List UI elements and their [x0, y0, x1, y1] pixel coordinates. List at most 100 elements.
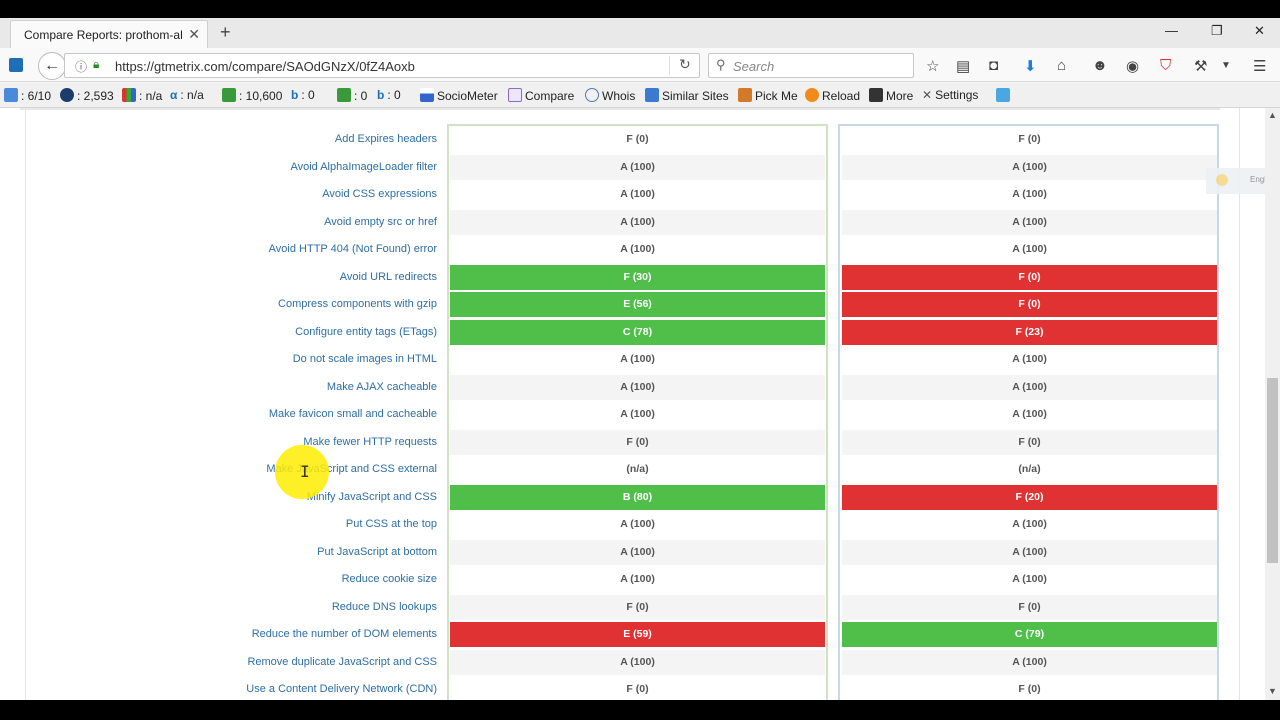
scroll-down-icon[interactable]: ▼ — [1268, 686, 1277, 696]
table-row: Avoid HTTP 404 (Not Found) error A (100) A… — [0, 236, 1265, 264]
toolbar-item-stats[interactable]: : n/a — [122, 88, 162, 103]
tools-icon[interactable]: ⚒ — [1194, 57, 1207, 75]
extension-icon[interactable]: ◉ — [1126, 57, 1139, 75]
report-a-grade: A (100) — [620, 243, 655, 255]
table-row: Do not scale images in HTML A (100) A (100… — [0, 346, 1265, 374]
sociometer-icon — [420, 88, 434, 102]
toolbar-item-compare[interactable]: Compare — [508, 88, 574, 103]
rule-name-link[interactable]: Put JavaScript at bottom — [317, 546, 437, 558]
toolbar-item-alpha[interactable]: α: n/a — [170, 88, 204, 102]
toolbar-item-whois[interactable]: Whois — [585, 88, 635, 103]
url-text[interactable]: https://gtmetrix.com/compare/SAOdGNzX/0f… — [115, 59, 415, 74]
bookmark-star-icon[interactable]: ☆ — [926, 57, 939, 75]
reload-icon[interactable]: ↻ — [679, 56, 691, 73]
browser-tab[interactable]: Compare Reports: prothom-al… ✕ — [10, 20, 208, 48]
toolbar-item-bing-index-2[interactable]: b: 0 — [377, 88, 401, 102]
chat-icon[interactable]: ☻ — [1092, 57, 1108, 74]
home-icon[interactable]: ⌂ — [1057, 57, 1066, 74]
rule-name-link[interactable]: Compress components with gzip — [278, 298, 437, 310]
search-input[interactable]: ⚲ Search — [708, 53, 914, 78]
rule-name-link[interactable]: Avoid empty src or href — [324, 216, 437, 228]
report-b-grade: A (100) — [1012, 243, 1047, 255]
report-b-grade: F (0) — [842, 594, 1217, 620]
report-a-grade: F (0) — [626, 133, 649, 145]
report-b-grade: F (0) — [1018, 133, 1041, 145]
rule-name-link[interactable]: Avoid URL redirects — [340, 271, 437, 283]
site-info-icon[interactable]: ⓘ — [75, 58, 87, 75]
url-bar[interactable]: ⓘ 🔒︎ https://gtmetrix.com/compare/SAOdGN… — [64, 53, 700, 78]
toolbar-item-reload[interactable]: Reload — [805, 88, 860, 103]
report-b-grade: F (23) — [842, 319, 1217, 345]
rule-name-link[interactable]: Use a Content Delivery Network (CDN) — [246, 683, 437, 695]
more-icon — [869, 88, 883, 102]
report-a-grade: A (100) — [620, 573, 655, 585]
similar-sites-icon — [645, 88, 659, 102]
report-a-grade: A (100) — [450, 154, 825, 180]
rule-name-link[interactable]: Configure entity tags (ETags) — [295, 326, 437, 338]
section-top-border — [20, 108, 1220, 110]
google-pagerank-icon — [4, 88, 18, 102]
report-a-grade: A (100) — [620, 188, 655, 200]
new-tab-icon[interactable]: + — [220, 22, 231, 43]
tab-close-icon[interactable]: ✕ — [188, 26, 200, 43]
shield-icon[interactable]: ⛉ — [1160, 57, 1171, 74]
page-scrollbar[interactable]: ▲ ▼ — [1265, 108, 1280, 700]
seo-toolbar: : 6/10 : 2,593 : n/a α: n/a : 10,600 b: … — [0, 82, 1280, 108]
tab-bar: Compare Reports: prothom-al… ✕ + — ❐ ✕ — [0, 18, 1280, 48]
report-a-grade: B (80) — [450, 484, 825, 510]
google-index-icon — [337, 88, 351, 102]
toolbar-item-more[interactable]: More — [869, 88, 913, 103]
toolbar-item-alexa[interactable]: : 2,593 — [60, 88, 114, 103]
scrollbar-thumb[interactable] — [1267, 378, 1278, 563]
search-placeholder: Search — [733, 59, 775, 74]
minimize-icon[interactable]: — — [1165, 23, 1178, 38]
settings-icon: ✕ — [922, 88, 933, 102]
toolbar-item-pagerank[interactable]: : 6/10 — [4, 88, 51, 103]
report-b-grade: A (100) — [842, 374, 1217, 400]
report-b-grade: F (0) — [842, 292, 1217, 317]
rule-name-link[interactable]: Reduce DNS lookups — [332, 601, 437, 613]
table-row: Use a Content Delivery Network (CDN) F (0… — [0, 676, 1265, 700]
rule-name-link[interactable]: Make favicon small and cacheable — [269, 408, 437, 420]
rule-name-link[interactable]: Minify JavaScript and CSS — [307, 491, 437, 503]
report-b-grade: A (100) — [1012, 353, 1047, 365]
reading-list-icon[interactable]: ▤ — [956, 57, 970, 75]
rule-name-link[interactable]: Make AJAX cacheable — [327, 381, 437, 393]
table-row: Minify JavaScript and CSS B (80) F (20) — [0, 484, 1265, 512]
toolbar-item-similar-sites[interactable]: Similar Sites — [645, 88, 729, 103]
toolbar-item-bing-index[interactable]: b: 0 — [291, 88, 315, 102]
download-icon[interactable]: ⬇ — [1024, 57, 1037, 75]
rule-name-link[interactable]: Remove duplicate JavaScript and CSS — [247, 656, 437, 668]
toolbar-item-google-index-2[interactable]: : 0 — [337, 88, 367, 103]
toolbar-item-google-index[interactable]: : 10,600 — [222, 88, 282, 103]
table-row: Add Expires headers F (0) F (0) — [0, 126, 1265, 154]
toolbar-item-sociometer[interactable]: SocioMeter — [420, 88, 498, 103]
report-a-grade: A (100) — [450, 374, 825, 400]
rule-name-link[interactable]: Reduce cookie size — [342, 573, 437, 585]
app-menu-icon[interactable] — [9, 58, 23, 72]
rule-name-link[interactable]: Put CSS at the top — [346, 518, 437, 530]
rule-name-link[interactable]: Avoid CSS expressions — [322, 188, 437, 200]
twitter-icon[interactable] — [996, 88, 1013, 103]
rule-name-link[interactable]: Avoid HTTP 404 (Not Found) error — [269, 243, 437, 255]
bing-icon: b — [377, 88, 385, 102]
rule-name-link[interactable]: Do not scale images in HTML — [293, 353, 437, 365]
restore-icon[interactable]: ❐ — [1211, 23, 1223, 39]
rule-name-link[interactable]: Add Expires headers — [335, 133, 437, 145]
close-window-icon[interactable]: ✕ — [1254, 23, 1265, 39]
pocket-icon[interactable]: ◘ — [989, 57, 998, 74]
table-row: Avoid AlphaImageLoader filter A (100) A (1… — [0, 154, 1265, 182]
rule-name-link[interactable]: Avoid AlphaImageLoader filter — [290, 161, 437, 173]
report-b-grade: F (0) — [842, 429, 1217, 455]
rule-name-link[interactable]: Reduce the number of DOM elements — [252, 628, 437, 640]
chevron-down-icon[interactable]: ▼ — [1221, 60, 1231, 71]
rule-name-link[interactable]: Make fewer HTTP requests — [303, 436, 437, 448]
back-arrow-icon[interactable]: ← — [38, 52, 66, 80]
hamburger-menu-icon[interactable]: ☰ — [1253, 57, 1266, 75]
report-a-grade: F (30) — [450, 264, 825, 290]
toolbar-item-settings[interactable]: ✕ Settings — [922, 88, 978, 102]
alexa-icon — [60, 88, 74, 102]
toolbar-item-pick-me[interactable]: Pick Me — [738, 88, 798, 103]
report-b-grade: A (100) — [1012, 518, 1047, 530]
scroll-up-icon[interactable]: ▲ — [1268, 110, 1277, 120]
